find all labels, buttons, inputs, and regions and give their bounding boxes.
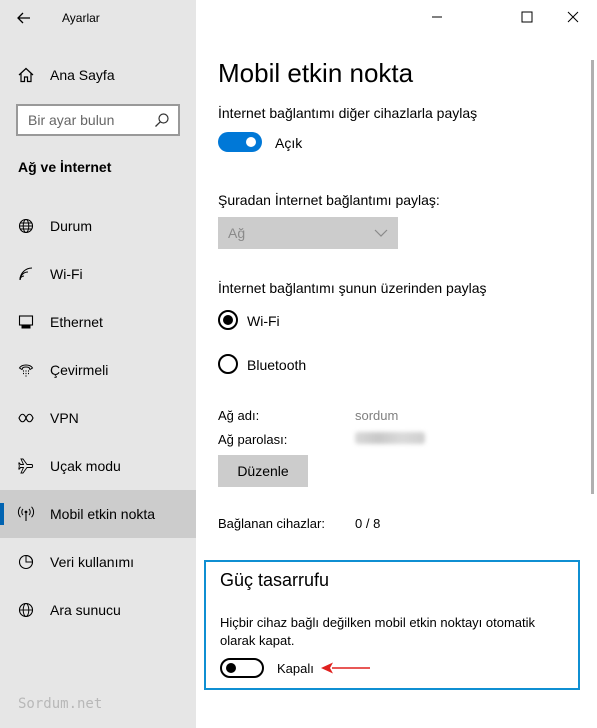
connected-devices-value: 0 / 8 (355, 516, 381, 531)
sidebar-item-label: VPN (50, 410, 79, 426)
share-from-label: Şuradan İnternet bağlantımı paylaş: (218, 192, 440, 208)
vpn-icon (16, 408, 36, 428)
chevron-down-icon (374, 229, 388, 237)
sidebar-item-label: Mobil etkin nokta (50, 506, 156, 522)
share-from-value: Ağ (228, 225, 246, 241)
sidebar-item-label: Çevirmeli (50, 362, 109, 378)
close-button[interactable] (550, 4, 596, 30)
sidebar-item-label: Ana Sayfa (50, 67, 115, 83)
sidebar-item-mobil-etkin-nokta[interactable]: Mobil etkin nokta (0, 490, 196, 538)
network-name-value: sordum (355, 408, 399, 423)
share-toggle[interactable] (218, 132, 262, 152)
home-icon (16, 65, 36, 85)
main-content: Mobil etkin nokta İnternet bağlantımı di… (196, 0, 597, 728)
search-input[interactable]: Bir ayar bulun (16, 104, 180, 136)
share-toggle-label: Açık (275, 135, 303, 151)
sidebar-item-wifi[interactable]: Wi-Fi (0, 250, 196, 298)
minimize-icon (432, 16, 442, 18)
power-saving-description: Hiçbir cihaz bağlı değilken mobil etkin … (220, 615, 536, 648)
scrollbar[interactable] (591, 60, 594, 494)
hotspot-icon (16, 504, 36, 524)
airplane-icon (16, 456, 36, 476)
sidebar-item-ara-sunucu[interactable]: Ara sunucu (0, 586, 196, 634)
network-password-value (355, 432, 425, 444)
watermark: Sordum.net (18, 696, 103, 712)
sidebar-item-vpn[interactable]: VPN (0, 394, 196, 442)
sidebar-item-label: Veri kullanımı (50, 554, 135, 570)
sidebar-item-durum[interactable]: Durum (0, 202, 196, 250)
close-icon (567, 11, 579, 23)
red-arrow-icon (321, 662, 370, 674)
selection-indicator (0, 503, 4, 525)
sidebar-item-ethernet[interactable]: Ethernet (0, 298, 196, 346)
sidebar-item-veri-kullanimi[interactable]: Veri kullanımı (0, 538, 196, 586)
sidebar-item-ucak-modu[interactable]: Uçak modu (0, 442, 196, 490)
toggle-knob (226, 663, 236, 673)
power-saving-section: Güç tasarrufu Hiçbir cihaz bağlı değilke… (204, 560, 580, 690)
sidebar-item-home[interactable]: Ana Sayfa (0, 60, 196, 90)
minimize-button[interactable] (414, 4, 460, 30)
ethernet-icon (16, 312, 36, 332)
toggle-knob (246, 137, 256, 147)
radio-wifi-label: Wi-Fi (247, 313, 280, 329)
share-label: İnternet bağlantımı diğer cihazlarla pay… (218, 105, 478, 121)
radio-bluetooth[interactable] (218, 354, 238, 374)
wifi-icon (16, 264, 36, 284)
search-placeholder: Bir ayar bulun (28, 112, 115, 128)
network-password-label: Ağ parolası: (218, 432, 288, 447)
sidebar-item-label: Wi-Fi (50, 266, 83, 282)
share-from-select[interactable]: Ağ (218, 217, 398, 249)
sidebar: Ayarlar Ana Sayfa Bir ayar bulun Ağ ve İ… (0, 0, 196, 728)
search-icon (155, 113, 169, 127)
sidebar-item-label: Ara sunucu (50, 602, 121, 618)
section-title: Ağ ve İnternet (18, 159, 112, 175)
back-arrow-icon (17, 12, 30, 24)
power-saving-toggle[interactable] (220, 658, 264, 678)
sidebar-item-label: Uçak modu (50, 458, 121, 474)
edit-button[interactable]: Düzenle (218, 455, 308, 487)
app-title: Ayarlar (62, 11, 100, 25)
connected-devices-label: Bağlanan cihazlar: (218, 516, 325, 531)
globe-icon (16, 216, 36, 236)
radio-wifi[interactable] (218, 310, 238, 330)
data-usage-icon (16, 552, 36, 572)
sidebar-item-cevirmeli[interactable]: Çevirmeli (0, 346, 196, 394)
radio-bluetooth-label: Bluetooth (247, 357, 307, 373)
back-button[interactable] (10, 6, 38, 30)
power-saving-title: Güç tasarrufu (220, 570, 330, 590)
sidebar-item-label: Durum (50, 218, 93, 234)
share-over-label: İnternet bağlantımı şunun üzerinden payl… (218, 280, 487, 296)
maximize-button[interactable] (504, 4, 550, 30)
radio-dot (223, 315, 233, 325)
page-title: Mobil etkin nokta (218, 58, 414, 88)
proxy-icon (16, 600, 36, 620)
sidebar-item-label: Ethernet (50, 314, 103, 330)
maximize-icon (521, 11, 533, 23)
power-saving-toggle-label: Kapalı (277, 661, 314, 676)
network-name-label: Ağ adı: (218, 408, 260, 423)
dialup-icon (16, 360, 36, 380)
